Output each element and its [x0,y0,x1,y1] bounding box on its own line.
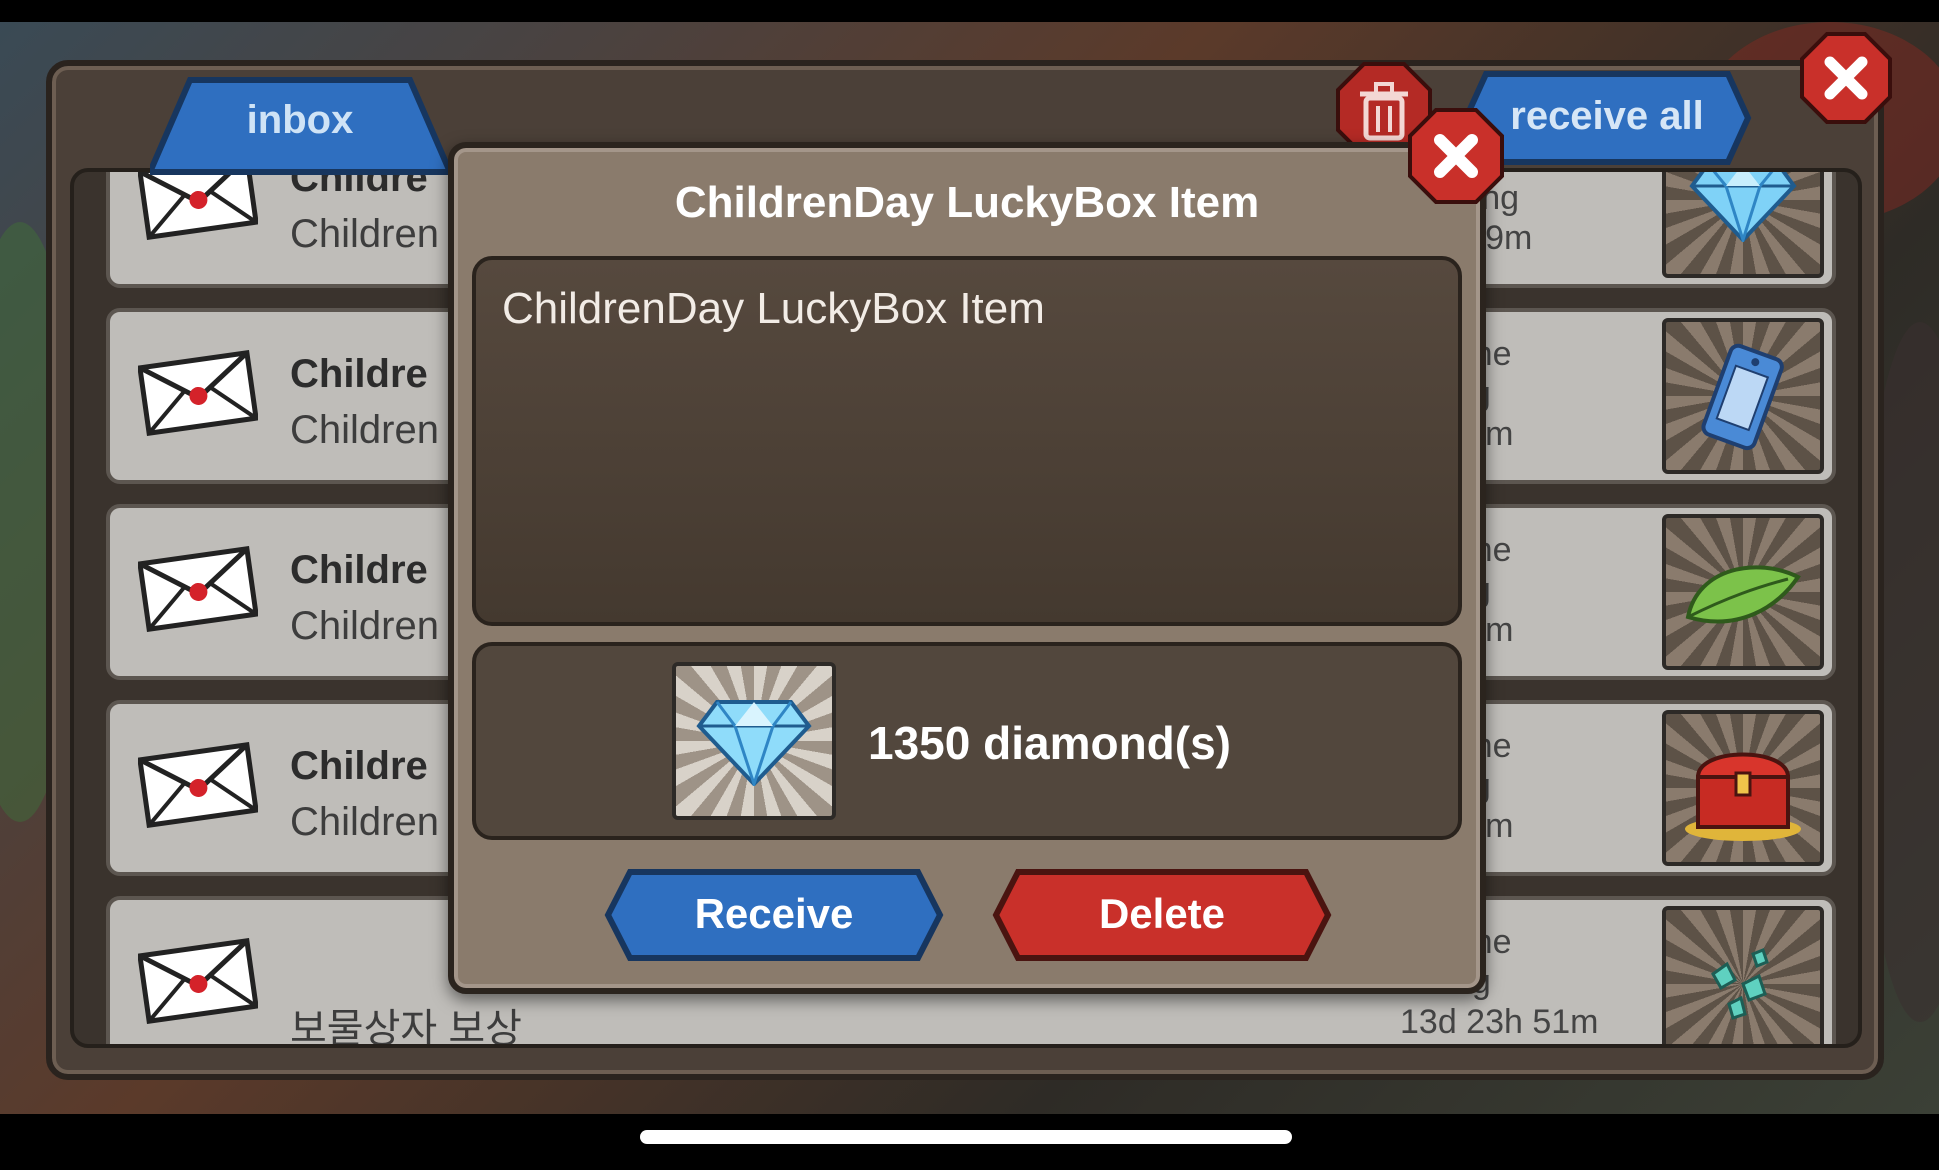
delete-button[interactable]: Delete [992,868,1332,962]
treasure-chest-icon [1685,752,1801,841]
envelope-icon [138,742,258,828]
receive-button[interactable]: Receive [604,868,944,962]
close-inbox-button[interactable] [1800,32,1892,124]
mail-subtitle: Children [290,408,439,452]
modal-title: ChildrenDay LuckyBox Item [674,178,1260,227]
modal-message-box: ChildrenDay LuckyBox Item [472,256,1462,626]
diamond-icon [1689,172,1797,242]
envelope-icon [138,546,258,632]
mail-subtitle: Children [290,212,439,256]
reward-slot [1662,710,1824,866]
mail-subtitle: 보물상자 보상 [290,1007,522,1048]
ticket-icon [1701,343,1784,451]
envelope-icon [138,938,258,1024]
diamond-icon [696,700,812,786]
reward-slot [1662,318,1824,474]
mail-subtitle: Children [290,604,439,648]
receive-button-label: Receive [694,890,854,937]
reward-amount: 1350 diamond(s) [868,717,1231,769]
reward-slot [672,662,836,820]
tab-inbox[interactable]: inbox [145,76,455,176]
modal-reward-box: 1350 diamond(s) [472,642,1462,840]
receive-all-button[interactable]: receive all [1462,70,1752,166]
close-modal-button[interactable] [1408,108,1504,204]
reward-slot [1662,906,1824,1044]
envelope-icon [138,350,258,436]
mail-detail-modal: ChildrenDay LuckyBox Item ChildrenDay Lu… [448,142,1486,994]
modal-message-text: ChildrenDay LuckyBox Item [502,284,1045,333]
mail-title: Childre [290,744,428,788]
mail-title: Childre [290,352,428,396]
envelope-icon [138,172,258,240]
reward-slot [1662,514,1824,670]
reward-slot [1662,172,1824,278]
close-icon [1800,32,1892,124]
mail-subtitle: Children [290,800,439,844]
mail-title: Childre [290,548,428,592]
tab-inbox-label: inbox [246,98,354,142]
close-icon [1408,108,1504,204]
leaf-icon [1685,565,1801,624]
delete-button-label: Delete [1098,890,1226,937]
gem-shards-icon [1711,948,1769,1020]
receive-all-label: receive all [1510,94,1704,138]
home-indicator[interactable] [640,1130,1292,1144]
